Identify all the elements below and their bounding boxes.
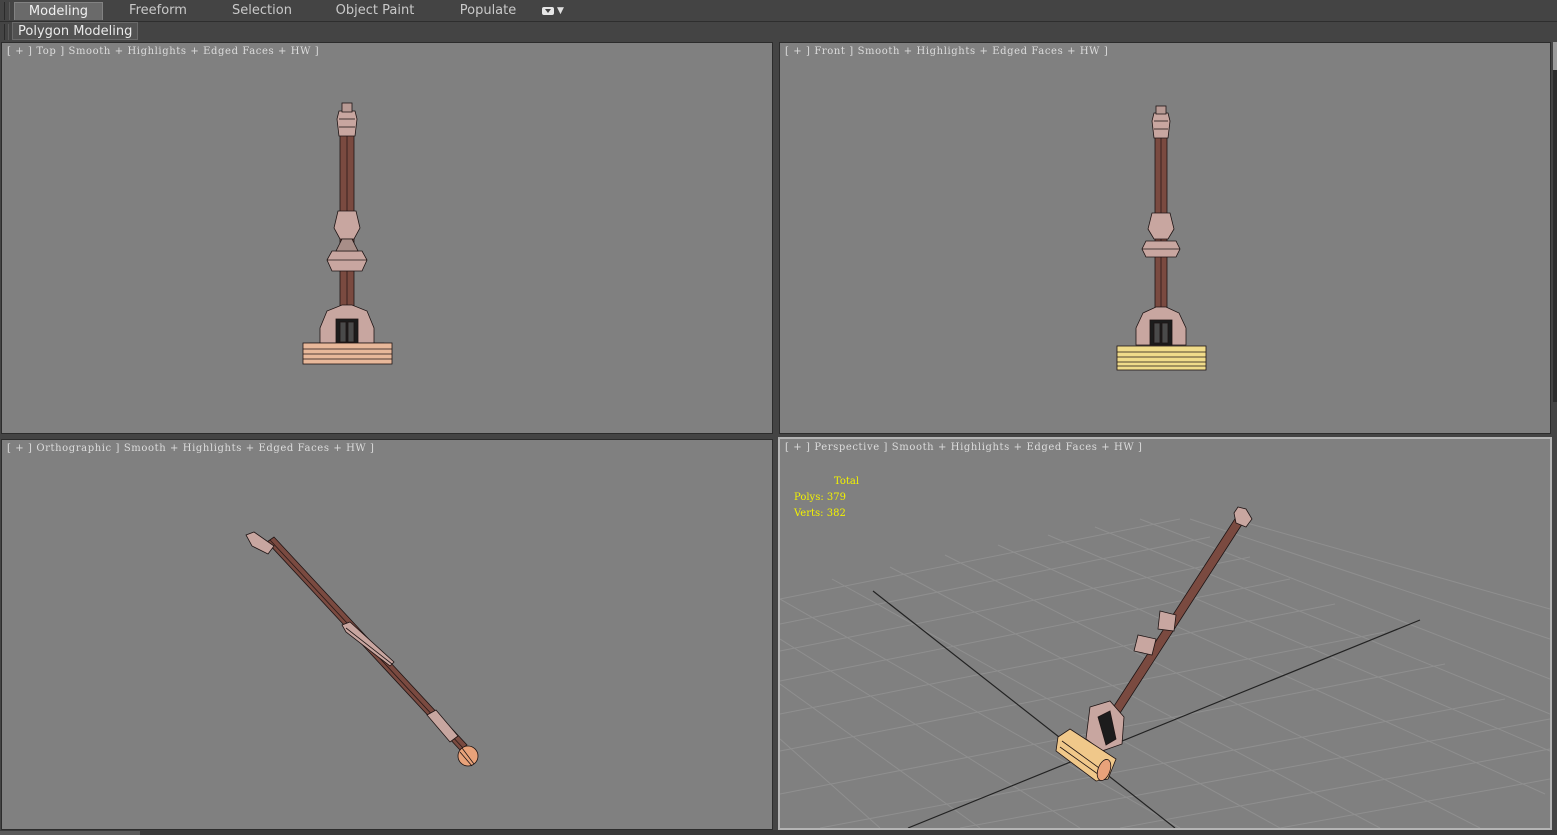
stats-polys-row: Polys: 379 (794, 490, 859, 506)
top-cap (1151, 112, 1171, 139)
tab-selection[interactable]: Selection (222, 2, 302, 20)
ferrule (426, 709, 459, 743)
base-block (302, 342, 393, 365)
viewport-orthographic[interactable]: [ + ] Orthographic ] Smooth + Highlights… (1, 439, 773, 830)
verts-value: 382 (826, 508, 846, 519)
tab-modeling[interactable]: Modeling (14, 2, 103, 20)
viewport-front[interactable]: [ + ] Front ] Smooth + Highlights + Edge… (779, 42, 1551, 434)
scrollbar-thumb[interactable] (1553, 42, 1557, 70)
grip-upper (333, 210, 361, 240)
tab-object-paint[interactable]: Object Paint (330, 2, 420, 20)
time-slider[interactable] (0, 831, 140, 835)
verts-label: Verts: (794, 508, 824, 519)
top-cap (245, 531, 275, 555)
grip-lower (326, 250, 368, 272)
viewport-perspective[interactable]: [ + ] Perspective ] Smooth + Highlights … (778, 437, 1552, 830)
viewport-top[interactable]: [ + ] Top ] Smooth + Highlights + Edged … (1, 42, 773, 434)
time-slider-strip (0, 830, 1557, 835)
ground-grid (780, 518, 1550, 828)
perspective-scene (780, 506, 1550, 828)
stats-verts-row: Verts: 382 (794, 506, 859, 522)
grip-upper (1147, 212, 1175, 240)
model-top-view (302, 102, 393, 365)
chevron-down-icon: ▼ (557, 6, 564, 16)
ribbon-panel-bar: Polygon Modeling (0, 22, 1557, 40)
polygon-modeling-panel-button[interactable]: Polygon Modeling (12, 22, 139, 40)
ribbon-scrollbar[interactable] (1553, 42, 1557, 402)
model-ortho-view (245, 531, 479, 767)
panel-grip-handle[interactable] (4, 24, 9, 40)
polys-value: 379 (826, 492, 846, 503)
statistics-overlay: Total Polys: 379 Verts: 382 (794, 474, 859, 522)
model-front-view (1116, 105, 1207, 371)
ribbon-grip-handle[interactable] (4, 2, 10, 20)
tab-populate[interactable]: Populate (448, 2, 528, 20)
tab-freeform[interactable]: Freeform (118, 2, 198, 20)
top-cap (336, 110, 358, 137)
ribbon-tab-bar: Modeling Freeform Selection Object Paint… (0, 0, 1557, 22)
ribbon-display-icon (542, 6, 554, 15)
polys-label: Polys: (794, 492, 824, 503)
stats-header: Total (834, 476, 860, 487)
ribbon-options-dropdown[interactable]: ▼ (542, 4, 570, 18)
